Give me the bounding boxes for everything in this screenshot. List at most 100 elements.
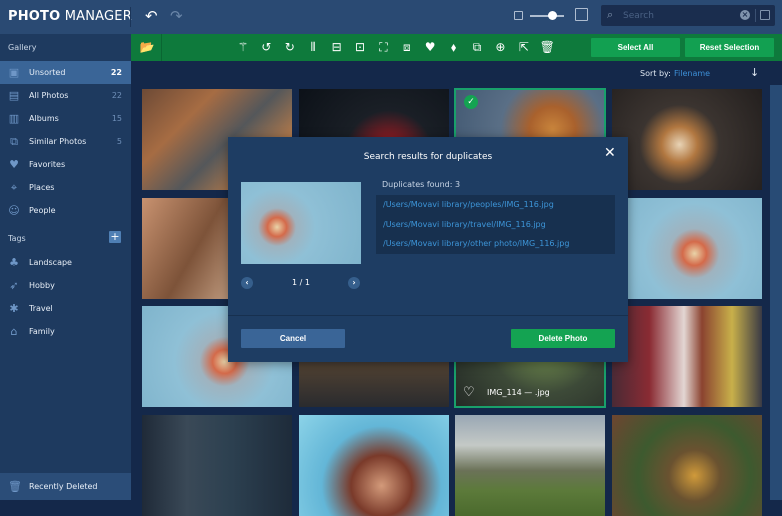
sort-bar: Sort by: Filename ↓ [131,61,782,85]
tag-item-family[interactable]: ⌂ Family [0,320,131,343]
reset-selection-button[interactable]: Reset Selection [685,38,774,57]
flip-vertical-icon[interactable]: ⊟ [329,39,345,55]
magic-wand-icon[interactable]: ⚚ [235,39,251,55]
tag-item-hobby[interactable]: ➶ Hobby [0,274,131,297]
sidebar-item-label: Similar Photos [29,137,87,146]
search-input[interactable] [623,7,733,24]
photo-thumbnail[interactable] [611,414,762,516]
duplicate-path[interactable]: /Users/Movavi library/travel/IMG_116.jpg [376,215,615,235]
search-box: ⌕ × [601,5,775,26]
sidebar: Gallery ▣ Unsorted 22 ▤ All Photos 22 ▥ Al… [0,34,131,500]
tag-label: Family [29,327,55,336]
photo-thumbnail[interactable] [611,197,762,299]
sidebar-item-favorites[interactable]: ♥ Favorites [0,153,131,176]
previous-button[interactable]: ‹ [241,277,253,289]
tags-header: Tags + [0,225,131,251]
slider-handle[interactable] [548,11,557,20]
similar-photos-icon: ⧉ [10,134,18,148]
unsorted-icon: ▣ [8,65,20,79]
map-pin-icon: ⌖ [10,180,18,194]
sidebar-item-label: Favorites [29,160,66,169]
sidebar-item-people[interactable]: ☺ People [0,199,131,222]
close-icon[interactable]: ✕ [604,145,616,161]
sort-label: Sort by: [640,69,671,78]
tag-item-travel[interactable]: ✱ Travel [0,297,131,320]
heart-outline-icon[interactable]: ♡ [463,385,475,400]
duplicates-list: /Users/Movavi library/peoples/IMG_116.jp… [376,195,615,254]
add-folder-icon[interactable]: 📂 [139,39,155,55]
duplicate-path[interactable]: /Users/Movavi library/peoples/IMG_116.jp… [376,195,615,215]
flip-horizontal-icon[interactable]: ⫴ [305,39,321,55]
sidebar-item-recently-deleted[interactable]: 🗑 Recently Deleted [0,473,131,500]
undo-icon[interactable]: ↶ [145,8,158,24]
add-tag-button[interactable]: + [109,231,121,243]
tag-item-landscape[interactable]: ♣ Landscape [0,251,131,274]
tags-label: Tags [8,234,26,243]
crop-icon[interactable]: ⊡ [352,39,368,55]
sidebar-item-unsorted[interactable]: ▣ Unsorted 22 [0,61,131,84]
large-thumbnail-icon[interactable] [575,8,588,21]
tag-label: Landscape [29,258,72,267]
divider [161,34,162,61]
small-thumbnail-icon[interactable] [514,11,523,20]
app-logo: PHOTO MANAGER [8,9,132,24]
delete-photo-button[interactable]: Delete Photo [511,329,615,348]
sidebar-item-places[interactable]: ⌖ Places [0,176,131,199]
shuttlecock-icon: ➶ [9,278,19,292]
select-all-button[interactable]: Select All [591,38,680,57]
divider [228,315,628,316]
rotate-left-icon[interactable]: ↺ [258,39,274,55]
next-button[interactable]: › [348,277,360,289]
edit-toolbar: 📂 ⚚ ↺ ↻ ⫴ ⊟ ⊡ ⛶ ⧈ ♥ ⬧ ⧉ ⊕ ⇱ 🗑 Select All Reset Select… [131,34,782,61]
top-bar: PHOTO MANAGER ↶ ↷ ⌕ × [0,0,782,34]
photos-icon[interactable]: ⧉ [469,39,485,55]
photo-thumbnail[interactable] [455,414,605,516]
sidebar-item-albums[interactable]: ▥ Albums 15 [0,107,131,130]
sort-dropdown[interactable]: Filename [674,69,710,78]
scrollbar[interactable] [770,85,782,500]
sidebar-item-all-photos[interactable]: ▤ All Photos 22 [0,84,131,107]
sidebar-item-label: Recently Deleted [29,482,98,491]
redo-icon[interactable]: ↷ [170,8,183,24]
duplicate-path[interactable]: /Users/Movavi library/other photo/IMG_11… [376,234,615,254]
heart-icon: ♥ [9,157,19,171]
palm-icon: ✱ [9,301,19,315]
checkmark-icon: ✓ [464,95,478,109]
calendar-icon[interactable] [760,10,770,20]
photo-thumbnail[interactable] [611,306,762,407]
photo-caption: IMG_114 — .jpg [487,388,550,397]
clear-search-icon[interactable]: × [740,10,750,20]
rotate-right-icon[interactable]: ↻ [282,39,298,55]
trash-icon[interactable]: 🗑 [539,39,555,55]
sidebar-item-similar-photos[interactable]: ⧉ Similar Photos 5 [0,130,131,153]
sidebar-item-label: Places [29,183,55,192]
translate-icon[interactable]: ⧈ [399,39,415,55]
divider [130,7,131,27]
add-to-album-icon[interactable]: ⊕ [492,39,508,55]
thumbnail-size-slider[interactable] [530,15,564,17]
item-count: 5 [116,137,122,146]
photo-thumbnail[interactable] [142,414,292,516]
albums-icon: ▥ [8,111,20,125]
gallery-header: Gallery [8,43,37,52]
resize-icon[interactable]: ⛶ [375,39,391,55]
tag-label: Hobby [29,281,55,290]
sort-direction-icon[interactable]: ↓ [750,66,759,79]
sidebar-item-label: People [29,206,56,215]
search-icon: ⌕ [607,8,614,21]
photo-thumbnail[interactable] [298,414,449,516]
person-icon: ☺ [8,203,20,217]
cancel-button[interactable]: Cancel [241,329,345,348]
divider [755,9,756,22]
tag-icon[interactable]: ⬧ [446,39,462,55]
item-count: 22 [111,91,122,100]
share-icon[interactable]: ⇱ [516,39,532,55]
heart-icon[interactable]: ♥ [422,39,438,55]
house-icon: ⌂ [10,324,18,338]
duplicates-count: Duplicates found: 3 [382,180,461,189]
tree-icon: ♣ [9,255,19,269]
item-count: 22 [110,68,122,77]
all-photos-icon: ▤ [8,88,20,102]
trash-icon: 🗑 [8,479,22,493]
photo-thumbnail[interactable] [611,89,762,190]
